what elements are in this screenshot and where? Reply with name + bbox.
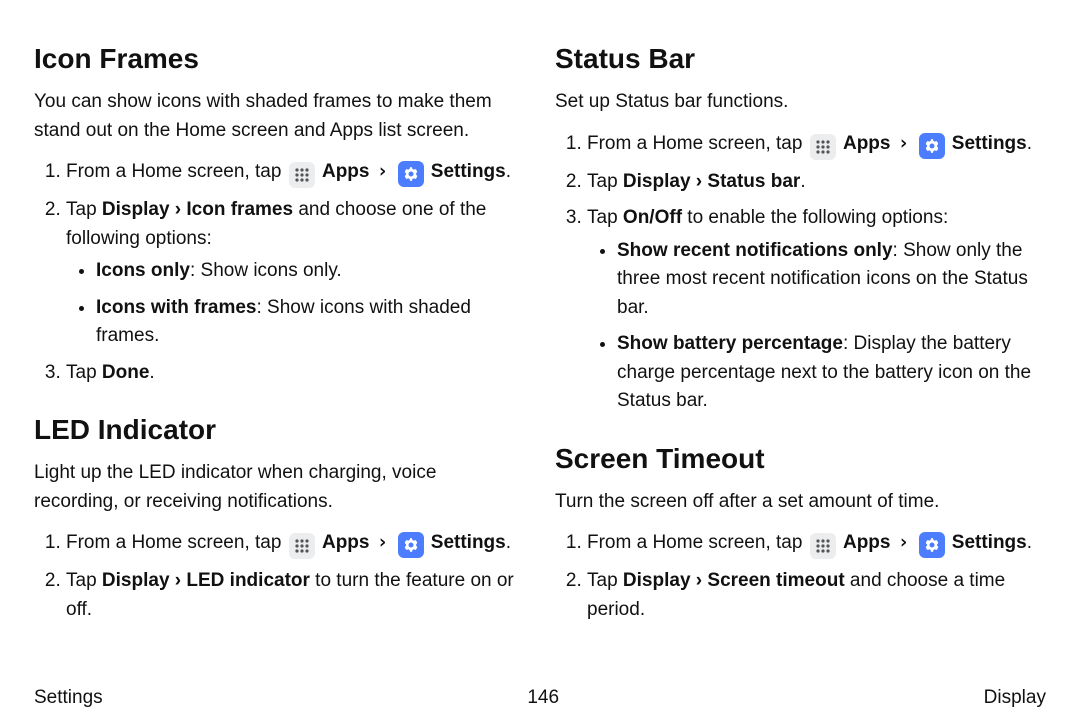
option-battery-percentage: Show battery percentage: Display the bat…	[617, 330, 1046, 416]
step-status-bar-onoff: Tap On/Off to enable the following optio…	[587, 204, 1046, 416]
step3-b: On/Off	[623, 207, 682, 228]
chevron-icon: ›	[375, 531, 390, 553]
step2-path: Display › Status bar	[623, 171, 800, 192]
apps-label: Apps	[843, 133, 891, 154]
option-label: Icons only	[96, 260, 190, 281]
settings-icon	[919, 133, 945, 159]
icon-frames-options: Icons only: Show icons only. Icons with …	[66, 257, 525, 351]
step-screen-timeout-path: Tap Display › Screen timeout and choose …	[587, 567, 1046, 624]
step-from-home-right-2: From a Home screen, tap Apps › Settings.	[587, 528, 1046, 559]
step2-post: .	[800, 171, 805, 192]
apps-icon	[289, 162, 315, 188]
step-from-home-left-1: From a Home screen, tap Apps › Settings.	[66, 157, 525, 188]
apps-icon	[810, 533, 836, 559]
step-from-home-right-1: From a Home screen, tap Apps › Settings.	[587, 129, 1046, 160]
step-tap-done: Tap Done.	[66, 359, 525, 388]
apps-label: Apps	[322, 532, 370, 553]
footer-left: Settings	[34, 684, 103, 713]
apps-icon	[289, 533, 315, 559]
steps-led-indicator: From a Home screen, tap Apps › Settings.…	[34, 528, 525, 624]
step2-path: Display › Screen timeout	[623, 570, 845, 591]
settings-icon	[398, 532, 424, 558]
heading-status-bar: Status Bar	[555, 38, 1046, 80]
manual-page: Icon Frames You can show icons with shad…	[0, 0, 1080, 720]
step3-pre: Tap	[587, 207, 623, 228]
option-desc: : Show icons only.	[190, 260, 342, 281]
step3-b: Done	[102, 362, 150, 383]
apps-label: Apps	[322, 161, 370, 182]
option-icons-with-frames: Icons with frames: Show icons with shade…	[96, 294, 525, 351]
steps-status-bar: From a Home screen, tap Apps › Settings.…	[555, 129, 1046, 416]
steps-screen-timeout: From a Home screen, tap Apps › Settings.…	[555, 528, 1046, 624]
step-icon-frames-path: Tap Display › Icon frames and choose one…	[66, 196, 525, 351]
option-label: Show recent notifications only	[617, 240, 893, 261]
step-led-path: Tap Display › LED indicator to turn the …	[66, 567, 525, 624]
step3-post: .	[149, 362, 154, 383]
chevron-icon: ›	[375, 160, 390, 182]
lead-icon-frames: You can show icons with shaded frames to…	[34, 88, 525, 145]
page-footer: Settings 146 Display	[34, 684, 1046, 713]
chevron-icon: ›	[896, 132, 911, 154]
settings-icon	[919, 532, 945, 558]
chevron-icon: ›	[896, 531, 911, 553]
heading-screen-timeout: Screen Timeout	[555, 438, 1046, 480]
step3-pre: Tap	[66, 362, 102, 383]
settings-label: Settings	[431, 532, 506, 553]
settings-label: Settings	[952, 133, 1027, 154]
lead-screen-timeout: Turn the screen off after a set amount o…	[555, 488, 1046, 517]
apps-label: Apps	[843, 532, 891, 553]
two-column-layout: Icon Frames You can show icons with shad…	[34, 38, 1046, 632]
right-column: Status Bar Set up Status bar functions. …	[555, 38, 1046, 632]
heading-icon-frames: Icon Frames	[34, 38, 525, 80]
settings-icon	[398, 161, 424, 187]
heading-led-indicator: LED Indicator	[34, 409, 525, 451]
option-label: Icons with frames	[96, 297, 257, 318]
text-from-home: From a Home screen, tap	[587, 532, 802, 553]
option-recent-notifications: Show recent notifications only: Show onl…	[617, 237, 1046, 323]
step2-pre: Tap	[587, 171, 623, 192]
step3-post: to enable the following options:	[682, 207, 948, 228]
apps-icon	[810, 134, 836, 160]
step-status-bar-path: Tap Display › Status bar.	[587, 168, 1046, 197]
text-from-home: From a Home screen, tap	[587, 133, 802, 154]
step2-path: Display › LED indicator	[102, 570, 310, 591]
steps-icon-frames: From a Home screen, tap Apps › Settings.…	[34, 157, 525, 387]
option-label: Show battery percentage	[617, 333, 843, 354]
step2-pre: Tap	[66, 570, 102, 591]
step2-path: Display › Icon frames	[102, 199, 293, 220]
left-column: Icon Frames You can show icons with shad…	[34, 38, 525, 632]
footer-center: 146	[527, 684, 559, 713]
step2-pre: Tap	[66, 199, 102, 220]
step2-pre: Tap	[587, 570, 623, 591]
lead-status-bar: Set up Status bar functions.	[555, 88, 1046, 117]
settings-label: Settings	[431, 161, 506, 182]
text-from-home: From a Home screen, tap	[66, 161, 281, 182]
footer-right: Display	[984, 684, 1046, 713]
step-from-home-left-2: From a Home screen, tap Apps › Settings.	[66, 528, 525, 559]
status-bar-options: Show recent notifications only: Show onl…	[587, 237, 1046, 416]
settings-label: Settings	[952, 532, 1027, 553]
option-icons-only: Icons only: Show icons only.	[96, 257, 525, 286]
lead-led-indicator: Light up the LED indicator when charging…	[34, 459, 525, 516]
text-from-home: From a Home screen, tap	[66, 532, 281, 553]
